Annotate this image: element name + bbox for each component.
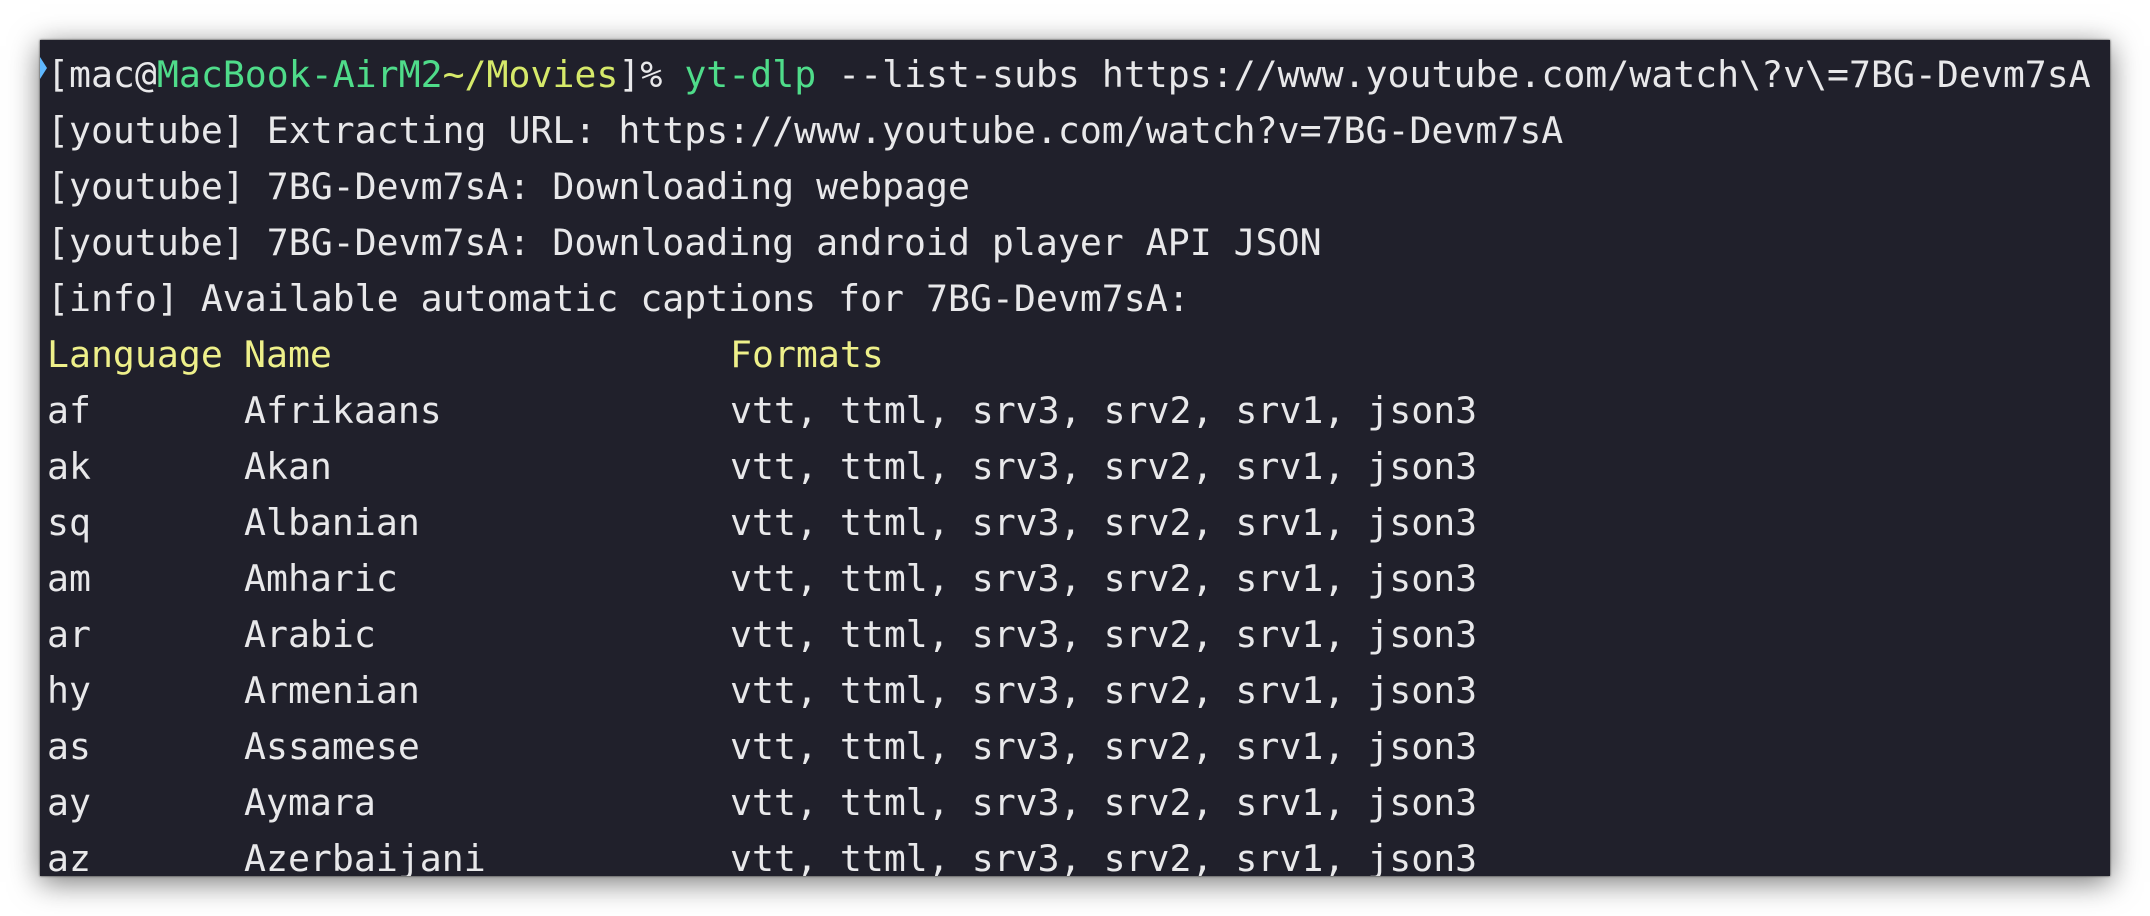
header-language: Language: [47, 333, 223, 376]
output-line: [youtube] Extracting URL: https://www.yo…: [47, 109, 1564, 152]
row-name: Amharic: [244, 557, 398, 600]
row-name: Armenian: [244, 669, 420, 712]
output-line: [youtube] 7BG-Devm7sA: Downloading webpa…: [47, 165, 970, 208]
row-name: Aymara: [244, 781, 376, 824]
row-formats: vtt, ttml, srv3, srv2, srv1, json3: [730, 557, 1478, 600]
row-name: Azerbaijani: [244, 837, 486, 876]
row-formats: vtt, ttml, srv3, srv2, srv1, json3: [730, 669, 1478, 712]
row-code: af: [47, 389, 91, 432]
prompt-bracket-open: [: [47, 53, 69, 96]
table-row: as Assamese vtt, ttml, srv3, srv2, srv1,…: [47, 719, 2047, 775]
table-row: am Amharic vtt, ttml, srv3, srv2, srv1, …: [47, 551, 2047, 607]
output-line: [info] Available automatic captions for …: [47, 277, 1190, 320]
table-row: ar Arabic vtt, ttml, srv3, srv2, srv1, j…: [47, 607, 2047, 663]
command-line: [mac@MacBook-AirM2~/Movies]% yt-dlp --li…: [47, 47, 2091, 103]
row-formats: vtt, ttml, srv3, srv2, srv1, json3: [730, 725, 1478, 768]
row-formats: vtt, ttml, srv3, srv2, srv1, json3: [730, 781, 1478, 824]
row-code: az: [47, 837, 91, 876]
header-name: Name: [244, 333, 332, 376]
table-row: af Afrikaans vtt, ttml, srv3, srv2, srv1…: [47, 383, 2047, 439]
prompt-path: ~/Movies: [442, 53, 619, 96]
row-formats: vtt, ttml, srv3, srv2, srv1, json3: [730, 501, 1478, 544]
row-formats: vtt, ttml, srv3, srv2, srv1, json3: [730, 613, 1478, 656]
table-row: ak Akan vtt, ttml, srv3, srv2, srv1, jso…: [47, 439, 2047, 495]
table-row: hy Armenian vtt, ttml, srv3, srv2, srv1,…: [47, 663, 2047, 719]
row-code: ar: [47, 613, 91, 656]
table-header-row: Language Name Formats: [47, 327, 2047, 383]
row-name: Arabic: [244, 613, 376, 656]
table-row: sq Albanian vtt, ttml, srv3, srv2, srv1,…: [47, 495, 2047, 551]
prompt-user: mac@: [68, 53, 157, 96]
row-name: Assamese: [244, 725, 420, 768]
terminal-window[interactable]: [mac@MacBook-AirM2~/Movies]% yt-dlp --li…: [40, 40, 2110, 876]
prompt-marker-icon: [40, 57, 47, 79]
header-formats: Formats: [730, 333, 884, 376]
row-code: am: [47, 557, 91, 600]
output-line: [youtube] 7BG-Devm7sA: Downloading andro…: [47, 221, 1322, 264]
table-row: az Azerbaijani vtt, ttml, srv3, srv2, sr…: [47, 831, 2047, 876]
command-name: yt-dlp: [684, 53, 817, 96]
command-args: --list-subs https://www.youtube.com/watc…: [816, 53, 2091, 96]
row-code: ak: [47, 445, 91, 488]
row-formats: vtt, ttml, srv3, srv2, srv1, json3: [730, 445, 1478, 488]
row-code: hy: [47, 669, 91, 712]
row-code: sq: [47, 501, 91, 544]
prompt-host: MacBook-AirM2: [156, 53, 443, 96]
row-name: Afrikaans: [244, 389, 442, 432]
prompt-symbol: %: [640, 53, 685, 96]
table-row: ay Aymara vtt, ttml, srv3, srv2, srv1, j…: [47, 775, 2047, 831]
row-code: ay: [47, 781, 91, 824]
row-formats: vtt, ttml, srv3, srv2, srv1, json3: [730, 837, 1478, 876]
prompt-bracket-close: ]: [618, 53, 641, 96]
row-formats: vtt, ttml, srv3, srv2, srv1, json3: [730, 389, 1478, 432]
row-name: Akan: [244, 445, 332, 488]
row-code: as: [47, 725, 91, 768]
row-name: Albanian: [244, 501, 420, 544]
